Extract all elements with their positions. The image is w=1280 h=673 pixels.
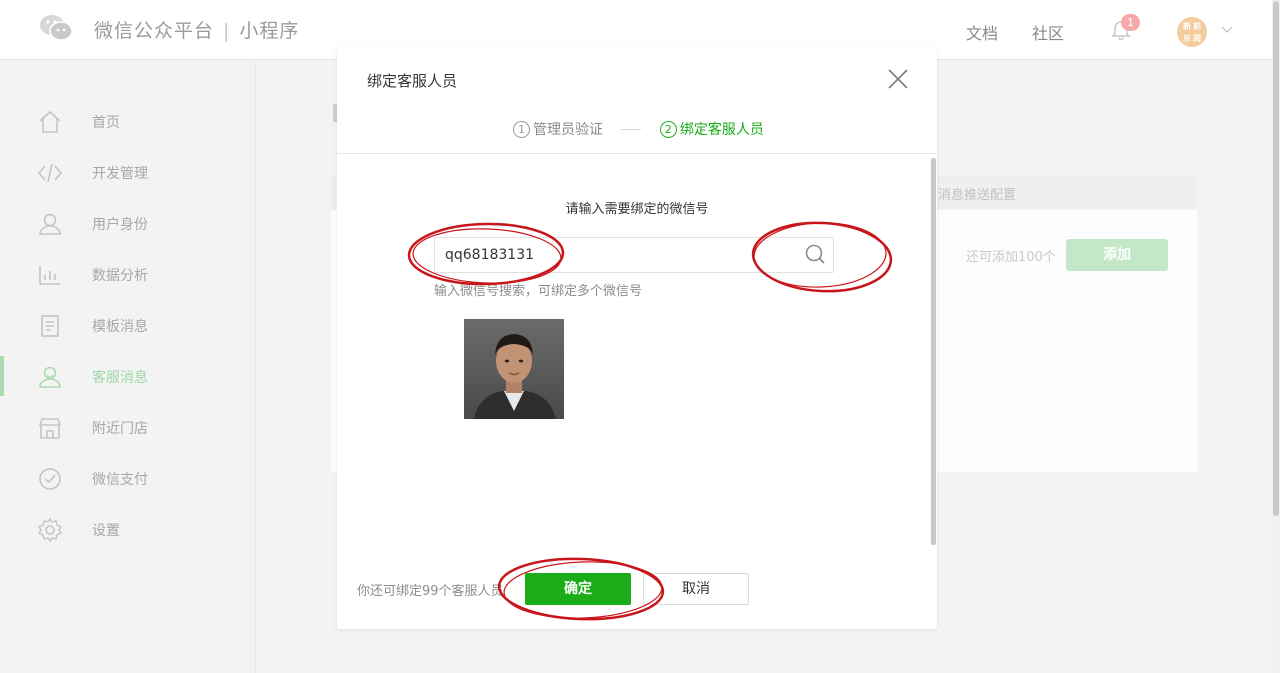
sidebar: 首页 开发管理 用户身份 数据分析 模板消息 客服消息 附近门店 微信支付 设置 <box>0 61 256 673</box>
document-icon <box>41 315 59 337</box>
customer-service-icon <box>39 366 61 388</box>
step-number: 1 <box>513 120 530 138</box>
step-number: 2 <box>659 120 677 138</box>
brand-title: 微信公众平台 | 小程序 <box>94 16 299 43</box>
sidebar-item-label: 首页 <box>92 115 120 131</box>
notification-badge: 1 <box>1121 14 1140 31</box>
avatar-char: 乐 <box>1183 34 1191 43</box>
sidebar-item-label: 模板消息 <box>92 319 148 335</box>
brand-separator: | <box>223 20 231 42</box>
avatar-char: 新 <box>1183 22 1191 31</box>
search-result-avatar[interactable] <box>464 319 564 419</box>
step-admin-verify: 1 管理员验证 <box>513 119 603 139</box>
cancel-button[interactable]: 取消 <box>643 573 749 605</box>
community-link[interactable]: 社区 <box>1032 20 1064 44</box>
page-scrollbar[interactable] <box>1272 0 1280 673</box>
sidebar-item-label: 微信支付 <box>92 472 148 488</box>
code-icon <box>37 163 63 183</box>
avatar-char: 彩 <box>1193 22 1201 31</box>
tab-message-push-config[interactable]: 消息推送配置 <box>938 184 1016 203</box>
remaining-bind-count: 你还可绑定99个客服人员 <box>357 584 504 599</box>
sidebar-item-analytics[interactable]: 数据分析 <box>0 254 255 294</box>
sidebar-item-dev[interactable]: 开发管理 <box>0 152 255 192</box>
sidebar-item-label: 开发管理 <box>92 166 148 182</box>
user-icon <box>39 213 61 235</box>
home-icon <box>39 110 61 133</box>
payment-icon <box>39 468 61 490</box>
sidebar-item-label: 数据分析 <box>92 268 148 284</box>
sidebar-item-home[interactable]: 首页 <box>0 101 255 141</box>
step-label: 管理员验证 <box>533 122 603 138</box>
search-icon[interactable] <box>797 238 833 272</box>
step-connector <box>621 128 642 130</box>
sidebar-item-label: 客服消息 <box>92 370 148 386</box>
step-indicator: 1 管理员验证 2 绑定客服人员 <box>513 119 764 139</box>
dialog-divider <box>337 153 937 154</box>
sidebar-item-customer-service[interactable]: 客服消息 <box>0 356 255 396</box>
add-button[interactable]: 添加 <box>1066 239 1168 271</box>
sidebar-item-settings[interactable]: 设置 <box>0 509 255 549</box>
dialog-title: 绑定客服人员 <box>367 72 458 90</box>
sidebar-item-label: 用户身份 <box>92 217 148 233</box>
sidebar-item-template[interactable]: 模板消息 <box>0 305 255 345</box>
product-name: 小程序 <box>239 20 300 42</box>
close-icon[interactable] <box>887 68 909 90</box>
search-prompt: 请输入需要绑定的微信号 <box>565 202 709 217</box>
sidebar-item-label: 设置 <box>92 523 120 539</box>
sidebar-item-payment[interactable]: 微信支付 <box>0 458 255 498</box>
docs-link[interactable]: 文档 <box>966 20 998 44</box>
bind-customer-service-dialog: 绑定客服人员 1管理员验证 2绑定客服人员 请输入需要绑定的微信号 输入微信号搜… <box>337 44 937 629</box>
avatar-char: 阅 <box>1193 34 1201 43</box>
sidebar-item-label: 附近门店 <box>92 421 148 437</box>
sidebar-item-stores[interactable]: 附近门店 <box>0 407 255 447</box>
search-hint: 输入微信号搜索，可绑定多个微信号 <box>434 284 643 299</box>
store-icon <box>38 418 62 439</box>
wechat-id-search-input[interactable] <box>434 237 834 273</box>
sidebar-item-user-identity[interactable]: 用户身份 <box>0 203 255 243</box>
confirm-button[interactable]: 确定 <box>525 573 631 605</box>
wechat-logo-icon <box>40 15 73 41</box>
chevron-down-icon[interactable] <box>1220 22 1234 36</box>
chart-icon <box>39 266 60 285</box>
brand-name: 微信公众平台 <box>94 20 215 42</box>
page-scrollbar-thumb[interactable] <box>1273 1 1279 516</box>
account-avatar[interactable]: 新 彩 乐 阅 <box>1177 17 1207 47</box>
gear-icon <box>37 517 63 543</box>
step-bind-staff: 2 绑定客服人员 <box>659 119 764 139</box>
remaining-quota-text: 还可添加100个 <box>966 250 1056 265</box>
step-label: 绑定客服人员 <box>679 122 764 138</box>
